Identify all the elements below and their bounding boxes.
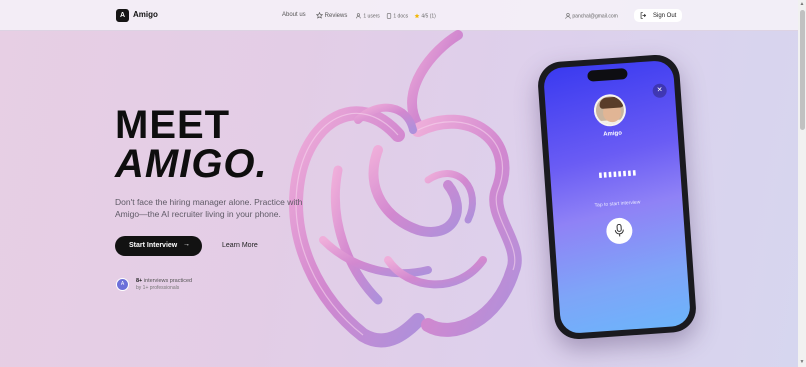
tap-to-start-text: Tap to start interview xyxy=(594,199,641,209)
hero-title-line2: AMIGO. xyxy=(115,142,268,186)
doc-icon xyxy=(386,13,392,19)
docs-count-label: 1 docs xyxy=(393,13,409,20)
phone-notch xyxy=(587,67,628,82)
star-outline-icon xyxy=(316,12,323,19)
nav-users-count: 1 users xyxy=(356,13,380,19)
users-icon xyxy=(356,13,361,19)
sign-out-button[interactable]: Sign Out xyxy=(634,9,682,22)
user-email: panchal@gmail.com xyxy=(565,13,618,19)
phone-mockup: ✕ Amigo ▮▮▮▮▮▮▮▮ Tap to start interview xyxy=(536,53,698,341)
mic-icon xyxy=(614,223,624,237)
rating-label: 4/5 (1) xyxy=(421,13,436,20)
scroll-up-arrow-icon[interactable]: ▲ xyxy=(799,1,805,7)
nav-reviews-label: Reviews xyxy=(324,13,348,20)
professionals-stat: by 1+ professionals xyxy=(136,285,180,291)
mic-button[interactable] xyxy=(605,217,634,245)
avatar: A xyxy=(116,278,129,291)
decorative-apple-art xyxy=(289,30,522,348)
amigo-name-label: Amigo xyxy=(603,130,623,138)
user-icon xyxy=(565,13,571,19)
hero-subtitle: Don't face the hiring manager alone. Pra… xyxy=(115,197,303,219)
top-nav: A Amigo About us Reviews 1 users 1 docs … xyxy=(0,0,798,31)
scroll-down-arrow-icon[interactable]: ▼ xyxy=(799,359,805,365)
logo-icon[interactable]: A xyxy=(116,9,129,22)
start-interview-button[interactable]: Start Interview → xyxy=(115,236,202,256)
arrow-right-icon: → xyxy=(183,241,190,248)
interviews-stat: 8+ interviews practiced xyxy=(136,278,192,284)
voice-wave-indicator: ▮▮▮▮▮▮▮▮ xyxy=(598,169,638,180)
nav-docs-count: 1 docs xyxy=(386,13,408,19)
nav-reviews-link[interactable]: Reviews xyxy=(316,12,347,19)
start-interview-label: Start Interview xyxy=(129,242,178,249)
sign-out-icon xyxy=(640,12,647,19)
phone-screen: ✕ Amigo ▮▮▮▮▮▮▮▮ Tap to start interview xyxy=(542,59,692,335)
star-filled-icon xyxy=(414,13,420,19)
users-count-label: 1 users xyxy=(363,13,380,20)
close-icon[interactable]: ✕ xyxy=(652,83,668,99)
amigo-avatar xyxy=(592,93,628,128)
sign-out-label: Sign Out xyxy=(653,13,677,19)
hero-title-line1: MEET xyxy=(115,103,231,147)
interviews-stat-text: interviews practiced xyxy=(142,278,193,284)
nav-about-link[interactable]: About us xyxy=(282,12,306,18)
learn-more-link[interactable]: Learn More xyxy=(222,242,258,249)
nav-rating: 4/5 (1) xyxy=(414,13,436,19)
email-label: panchal@gmail.com xyxy=(572,13,618,20)
app-name[interactable]: Amigo xyxy=(133,10,158,19)
scrollbar-thumb[interactable] xyxy=(800,10,805,130)
